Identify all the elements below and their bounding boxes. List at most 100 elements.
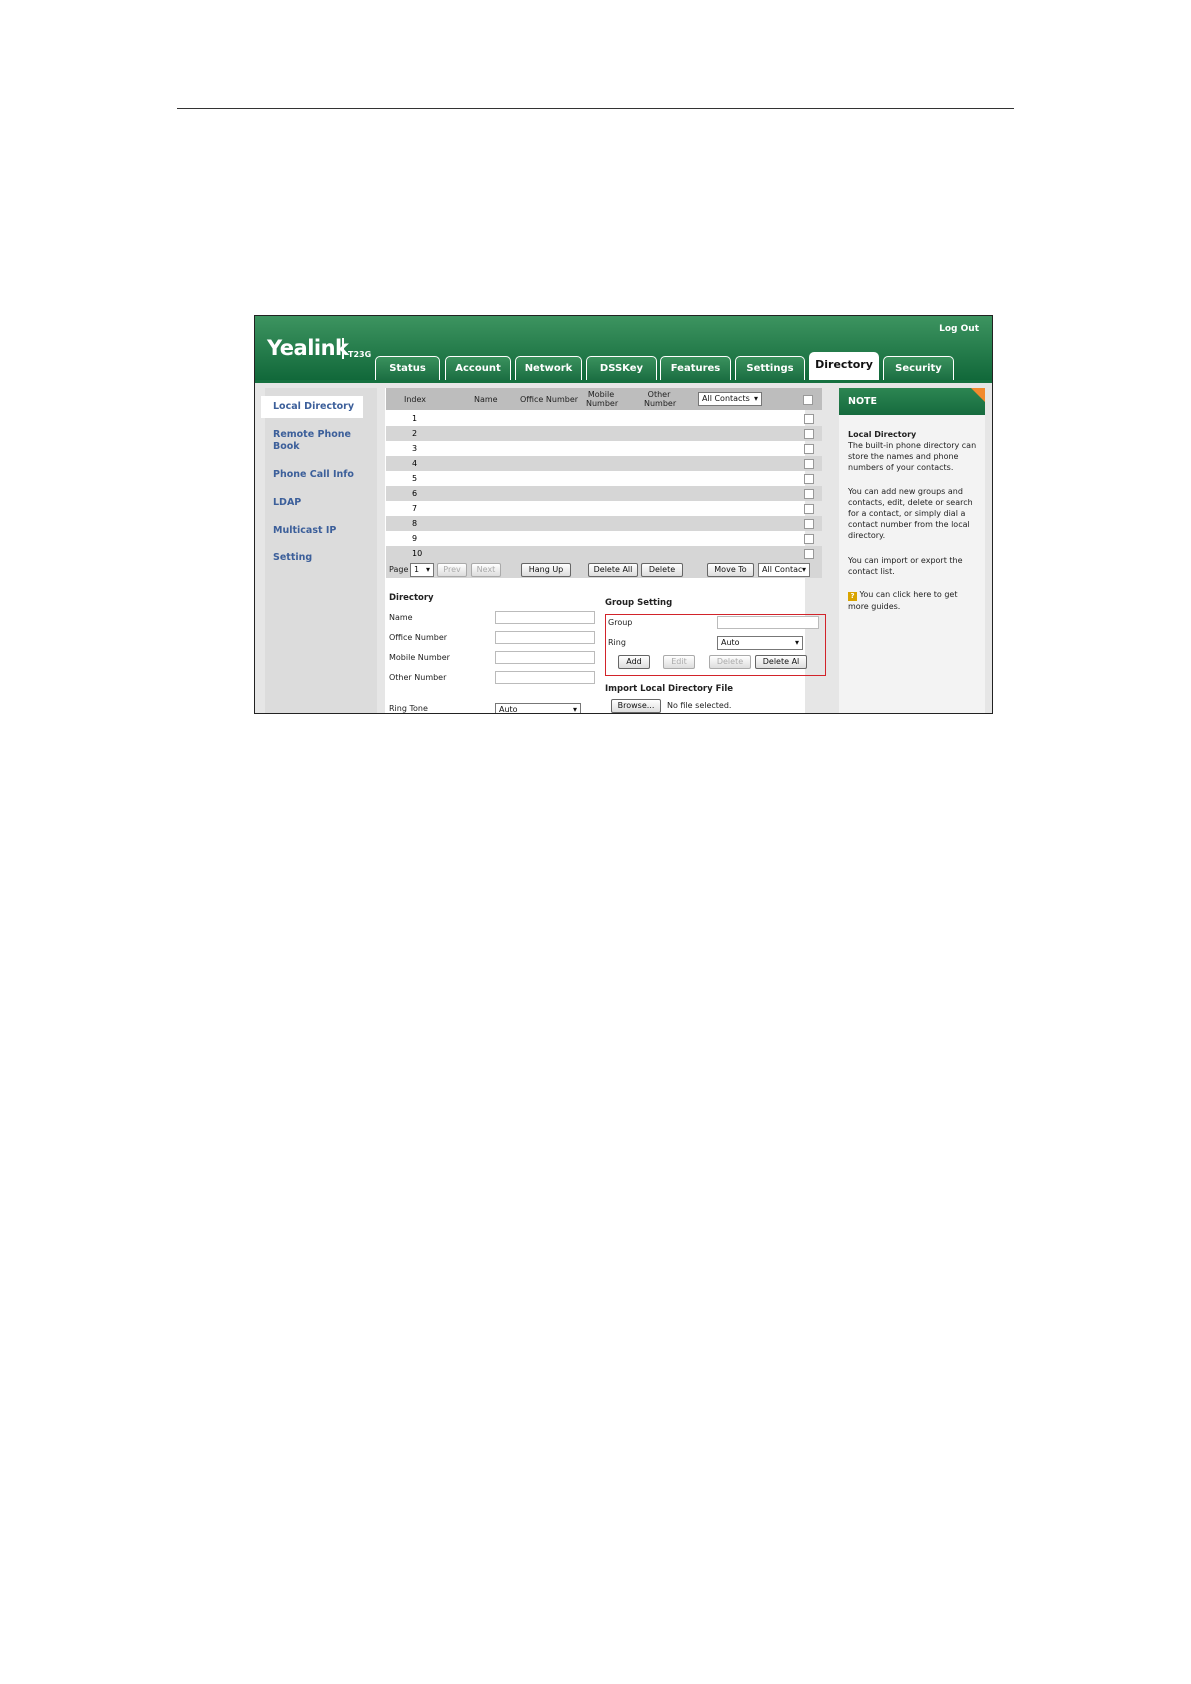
- row-index: 7: [412, 504, 418, 513]
- row-checkbox[interactable]: [804, 429, 814, 439]
- table-row: 7: [386, 501, 822, 516]
- row-checkbox[interactable]: [804, 489, 814, 499]
- table-row: 4: [386, 456, 822, 471]
- browse-button[interactable]: Browse...: [611, 699, 661, 713]
- group-name-input[interactable]: [717, 616, 819, 629]
- move-to-button[interactable]: Move To: [707, 563, 754, 577]
- sidebar-item-ldap[interactable]: LDAP: [273, 497, 301, 509]
- screenshot-frame: Yealink T23G Log Out Status Account Netw…: [254, 315, 993, 714]
- model-label: T23G: [348, 350, 372, 359]
- table-row: 8: [386, 516, 822, 531]
- tab-bar-underline: [255, 380, 992, 383]
- table-row: 1: [386, 411, 822, 426]
- select-all-checkbox[interactable]: [803, 395, 813, 405]
- tab-network[interactable]: Network: [515, 356, 582, 380]
- column-header-other-number: Other Number: [644, 390, 677, 408]
- row-index: 1: [412, 414, 418, 423]
- row-checkbox[interactable]: [804, 474, 814, 484]
- move-to-select[interactable]: All Contac: [758, 563, 810, 577]
- note-help-text[interactable]: You can click here to get more guides.: [848, 590, 958, 611]
- delete-button[interactable]: Delete: [641, 563, 683, 577]
- tab-account[interactable]: Account: [445, 356, 511, 380]
- top-bar: Yealink T23G Log Out Status Account Netw…: [255, 316, 992, 380]
- table-row: 9: [386, 531, 822, 546]
- group-ring-select[interactable]: Auto: [717, 636, 803, 650]
- ring-tone-label: Ring Tone: [389, 704, 428, 713]
- name-label: Name: [389, 613, 413, 622]
- group-delete-all-button[interactable]: Delete Al: [755, 655, 807, 669]
- note-paragraph-1: The built-in phone directory can store t…: [848, 441, 977, 472]
- ring-label: Ring: [608, 638, 626, 647]
- row-index: 5: [412, 474, 418, 483]
- row-checkbox[interactable]: [804, 549, 814, 559]
- column-header-office-number: Office Number: [520, 395, 579, 404]
- row-index: 2: [412, 429, 418, 438]
- directory-form-title: Directory: [389, 593, 434, 603]
- no-file-label: No file selected.: [667, 701, 732, 710]
- other-number-input[interactable]: [495, 671, 595, 684]
- tab-directory[interactable]: Directory: [809, 352, 879, 380]
- tab-settings[interactable]: Settings: [735, 356, 805, 380]
- sidebar-item-setting[interactable]: Setting: [273, 552, 312, 564]
- sidebar-item-local-directory[interactable]: Local Directory: [261, 396, 363, 418]
- note-header: NOTE: [839, 388, 985, 415]
- row-index: 4: [412, 459, 418, 468]
- tab-status[interactable]: Status: [375, 356, 440, 380]
- delete-all-button[interactable]: Delete All: [588, 563, 638, 577]
- note-paragraph-2: You can add new groups and contacts, edi…: [848, 487, 973, 540]
- row-checkbox[interactable]: [804, 459, 814, 469]
- row-index: 8: [412, 519, 418, 528]
- contacts-filter-select[interactable]: All Contacts: [698, 392, 762, 406]
- row-index: 3: [412, 444, 418, 453]
- row-checkbox[interactable]: [804, 534, 814, 544]
- page-header-rule: [177, 108, 1014, 109]
- office-number-input[interactable]: [495, 631, 595, 644]
- prev-page-button[interactable]: Prev: [437, 563, 467, 577]
- logout-link[interactable]: Log Out: [939, 324, 979, 334]
- table-row: 6: [386, 486, 822, 501]
- other-number-label: Other Number: [389, 673, 447, 682]
- group-edit-button[interactable]: Edit: [663, 655, 695, 669]
- ring-tone-select[interactable]: Auto: [495, 703, 581, 713]
- mobile-number-input[interactable]: [495, 651, 595, 664]
- note-title: Local Directory: [848, 430, 917, 439]
- table-row: 3: [386, 441, 822, 456]
- group-label: Group: [608, 618, 633, 627]
- sidebar-item-remote-phone-book[interactable]: Remote Phone Book: [273, 429, 355, 453]
- sidebar-item-multicast-ip[interactable]: Multicast IP: [273, 525, 336, 537]
- row-checkbox[interactable]: [804, 504, 814, 514]
- sidebar-item-phone-call-info[interactable]: Phone Call Info: [273, 469, 354, 481]
- row-index: 6: [412, 489, 418, 498]
- tab-features[interactable]: Features: [660, 356, 731, 380]
- office-number-label: Office Number: [389, 633, 448, 642]
- contacts-table-header: Index Name Office Number Mobile Number O…: [386, 388, 822, 410]
- row-checkbox[interactable]: [804, 519, 814, 529]
- tab-security[interactable]: Security: [883, 356, 954, 380]
- row-index: 10: [412, 549, 423, 558]
- table-row: 2: [386, 426, 822, 441]
- note-paragraph-3: You can import or export the contact lis…: [848, 556, 963, 576]
- import-title: Import Local Directory File: [605, 684, 734, 694]
- group-add-button[interactable]: Add: [618, 655, 650, 669]
- group-delete-button[interactable]: Delete: [709, 655, 751, 669]
- mobile-number-label: Mobile Number: [389, 653, 450, 662]
- hang-up-button[interactable]: Hang Up: [521, 563, 571, 577]
- name-input[interactable]: [495, 611, 595, 624]
- row-checkbox[interactable]: [804, 444, 814, 454]
- next-page-button[interactable]: Next: [471, 563, 501, 577]
- table-row: 10: [386, 546, 822, 561]
- page-label: Page: [389, 565, 409, 574]
- row-index: 9: [412, 534, 418, 543]
- help-icon[interactable]: ?: [848, 592, 857, 601]
- brand-logo: Yealink: [267, 336, 349, 360]
- group-setting-title: Group Setting: [605, 598, 673, 608]
- table-row: 5: [386, 471, 822, 486]
- tab-dsskey[interactable]: DSSKey: [586, 356, 657, 380]
- note-corner-decoration: [971, 388, 985, 402]
- column-header-index: Index: [404, 395, 427, 404]
- column-header-name: Name: [474, 395, 498, 404]
- row-checkbox[interactable]: [804, 414, 814, 424]
- page-select[interactable]: 1: [410, 563, 434, 577]
- note-help: ? You can click here to get more guides.: [848, 589, 980, 612]
- column-header-mobile-number: Mobile Number: [586, 390, 619, 408]
